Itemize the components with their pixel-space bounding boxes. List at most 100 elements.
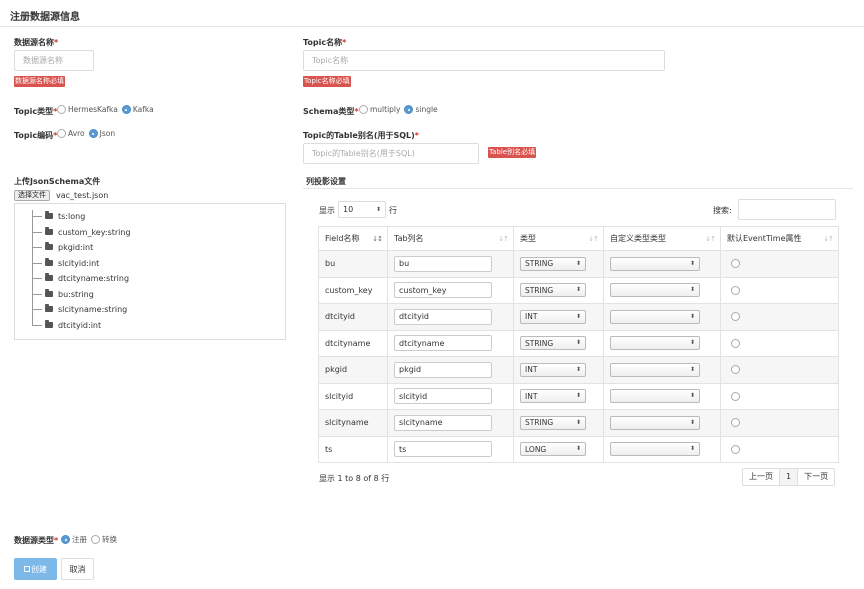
tab-name-input[interactable]: slcityname [394, 414, 492, 431]
create-button[interactable]: 创建 [14, 558, 57, 580]
prev-page-button[interactable]: 上一页 [743, 469, 780, 485]
folder-icon [45, 289, 53, 297]
select-arrows-icon: ⬍ [575, 286, 581, 294]
tree-item[interactable]: slcityid:int [33, 257, 99, 269]
type-select[interactable]: STRING ⬍ [520, 283, 586, 298]
table-row: pkgid pkgid INT ⬍ ⬍ [318, 356, 839, 384]
page-length-value: 10 [343, 205, 354, 214]
tree-item[interactable]: dtcityname:string [33, 272, 129, 284]
topic-type-option-label: HermesKafka [68, 105, 118, 114]
tab-name-cell: dtcityid [387, 303, 514, 331]
type-select[interactable]: STRING ⬍ [520, 256, 586, 271]
sort-icon: ↓↑ [588, 235, 599, 243]
eventtime-radio[interactable] [731, 365, 740, 375]
column-header-tab[interactable]: Tab列名 ↓↑ [387, 226, 514, 251]
type-select[interactable]: INT ⬍ [520, 389, 586, 404]
type-select-value: INT [525, 312, 538, 322]
type-select-value: INT [525, 365, 538, 375]
type-select[interactable]: INT ⬍ [520, 362, 586, 377]
topic-type-label: Topic类型* [14, 106, 57, 117]
custom-type-select[interactable]: ⬍ [610, 336, 700, 351]
ds-name-label: 数据源名称* [14, 37, 58, 48]
tab-name-input[interactable]: dtcityid [394, 308, 492, 325]
select-arrows-icon: ⬍ [575, 259, 581, 267]
folder-icon [45, 242, 53, 250]
tab-name-input[interactable]: ts [394, 441, 492, 458]
custom-type-select[interactable]: ⬍ [610, 442, 700, 457]
topic-encoding-radio-json[interactable] [88, 129, 98, 138]
select-arrows-icon: ⬍ [375, 205, 381, 213]
column-header-type[interactable]: 类型 ↓↑ [513, 226, 604, 251]
eventtime-radio[interactable] [731, 312, 740, 322]
eventtime-cell [720, 303, 839, 331]
custom-type-select[interactable]: ⬍ [610, 415, 700, 430]
tree-item[interactable]: slcityname:string [33, 303, 127, 315]
custom-type-cell: ⬍ [603, 382, 721, 410]
tab-name-input[interactable]: dtcityname [394, 335, 492, 352]
schema-type-radio-group: multiply single [357, 105, 440, 114]
ds-name-input[interactable] [14, 50, 94, 71]
tree-item[interactable]: bu:string [33, 288, 94, 300]
eventtime-radio[interactable] [731, 418, 740, 428]
custom-type-select[interactable]: ⬍ [610, 256, 700, 271]
custom-type-select[interactable]: ⬍ [610, 283, 700, 298]
schema-type-radio-multiply[interactable] [359, 105, 368, 114]
page-number-button[interactable]: 1 [780, 469, 799, 485]
topic-encoding-label-text: Topic编码 [14, 131, 54, 140]
tab-name-input[interactable]: bu [394, 255, 492, 272]
custom-type-select[interactable]: ⬍ [610, 362, 700, 377]
custom-type-select[interactable]: ⬍ [610, 309, 700, 324]
tab-name-input[interactable]: pkgid [394, 361, 492, 378]
sort-icon: ↓↑ [498, 235, 509, 243]
topic-type-radio-hermeskafka[interactable] [57, 105, 66, 114]
choose-file-button[interactable]: 选择文件 [14, 190, 50, 201]
tab-name-input[interactable]: custom_key [394, 282, 492, 299]
next-page-button[interactable]: 下一页 [798, 469, 834, 485]
eventtime-cell [720, 356, 839, 384]
table-alias-input[interactable] [303, 143, 479, 164]
type-select[interactable]: STRING ⬍ [520, 415, 586, 430]
page-length-select[interactable]: 10 ⬍ [338, 201, 386, 218]
eventtime-radio[interactable] [731, 259, 740, 269]
ds-type-option-label: 注册 [72, 535, 87, 544]
eventtime-radio[interactable] [731, 391, 740, 401]
eventtime-radio[interactable] [731, 338, 740, 348]
eventtime-radio[interactable] [731, 285, 740, 295]
custom-type-select[interactable]: ⬍ [610, 389, 700, 404]
column-header-label: Field名称 [325, 234, 360, 243]
column-header-custom-type[interactable]: 自定义类型类型 ↓↑ [603, 226, 721, 251]
type-cell: LONG ⬍ [513, 435, 604, 463]
cancel-button[interactable]: 取消 [61, 558, 94, 580]
ds-type-radio-convert[interactable] [91, 535, 100, 544]
select-arrows-icon: ⬍ [575, 339, 581, 347]
type-select[interactable]: LONG ⬍ [520, 442, 586, 457]
custom-type-cell: ⬍ [603, 303, 721, 331]
page-length-prefix: 显示 [319, 206, 335, 215]
file-name: vac_test.json [56, 191, 109, 200]
tree-item[interactable]: pkgid:int [33, 241, 93, 253]
topic-name-label-text: Topic名称 [303, 38, 343, 47]
topic-type-radio-kafka[interactable] [121, 105, 131, 114]
tree-item[interactable]: ts:long [33, 210, 85, 222]
tree-item[interactable]: custom_key:string [33, 226, 131, 238]
ds-type-radio-register[interactable] [61, 535, 70, 544]
pagination: 上一页 1 下一页 [742, 468, 836, 486]
sort-icon: ↓↑ [823, 235, 834, 243]
type-select[interactable]: INT ⬍ [520, 309, 586, 324]
column-header-field[interactable]: Field名称 ↓↕ [318, 226, 388, 251]
select-arrows-icon: ⬍ [689, 445, 695, 453]
select-arrows-icon: ⬍ [689, 339, 695, 347]
schema-type-label-text: Schema类型 [303, 107, 355, 116]
type-select[interactable]: STRING ⬍ [520, 336, 586, 351]
topic-name-input[interactable] [303, 50, 665, 71]
tree-item[interactable]: dtcityid:int [33, 319, 101, 331]
topic-encoding-option-label: Avro [68, 129, 85, 138]
topic-encoding-option-label: Json [99, 129, 116, 138]
projection-table: Field名称 ↓↕ Tab列名 ↓↑ 类型 ↓↑ 自定义类型类型 ↓↑ 默认Event… [318, 226, 839, 463]
topic-encoding-radio-avro[interactable] [57, 129, 66, 138]
tab-name-input[interactable]: slcityid [394, 388, 492, 405]
eventtime-radio[interactable] [731, 444, 740, 454]
search-input[interactable] [738, 199, 836, 220]
schema-type-radio-single[interactable] [404, 105, 414, 114]
column-header-eventtime[interactable]: 默认EventTime属性 ↓↑ [720, 226, 839, 251]
